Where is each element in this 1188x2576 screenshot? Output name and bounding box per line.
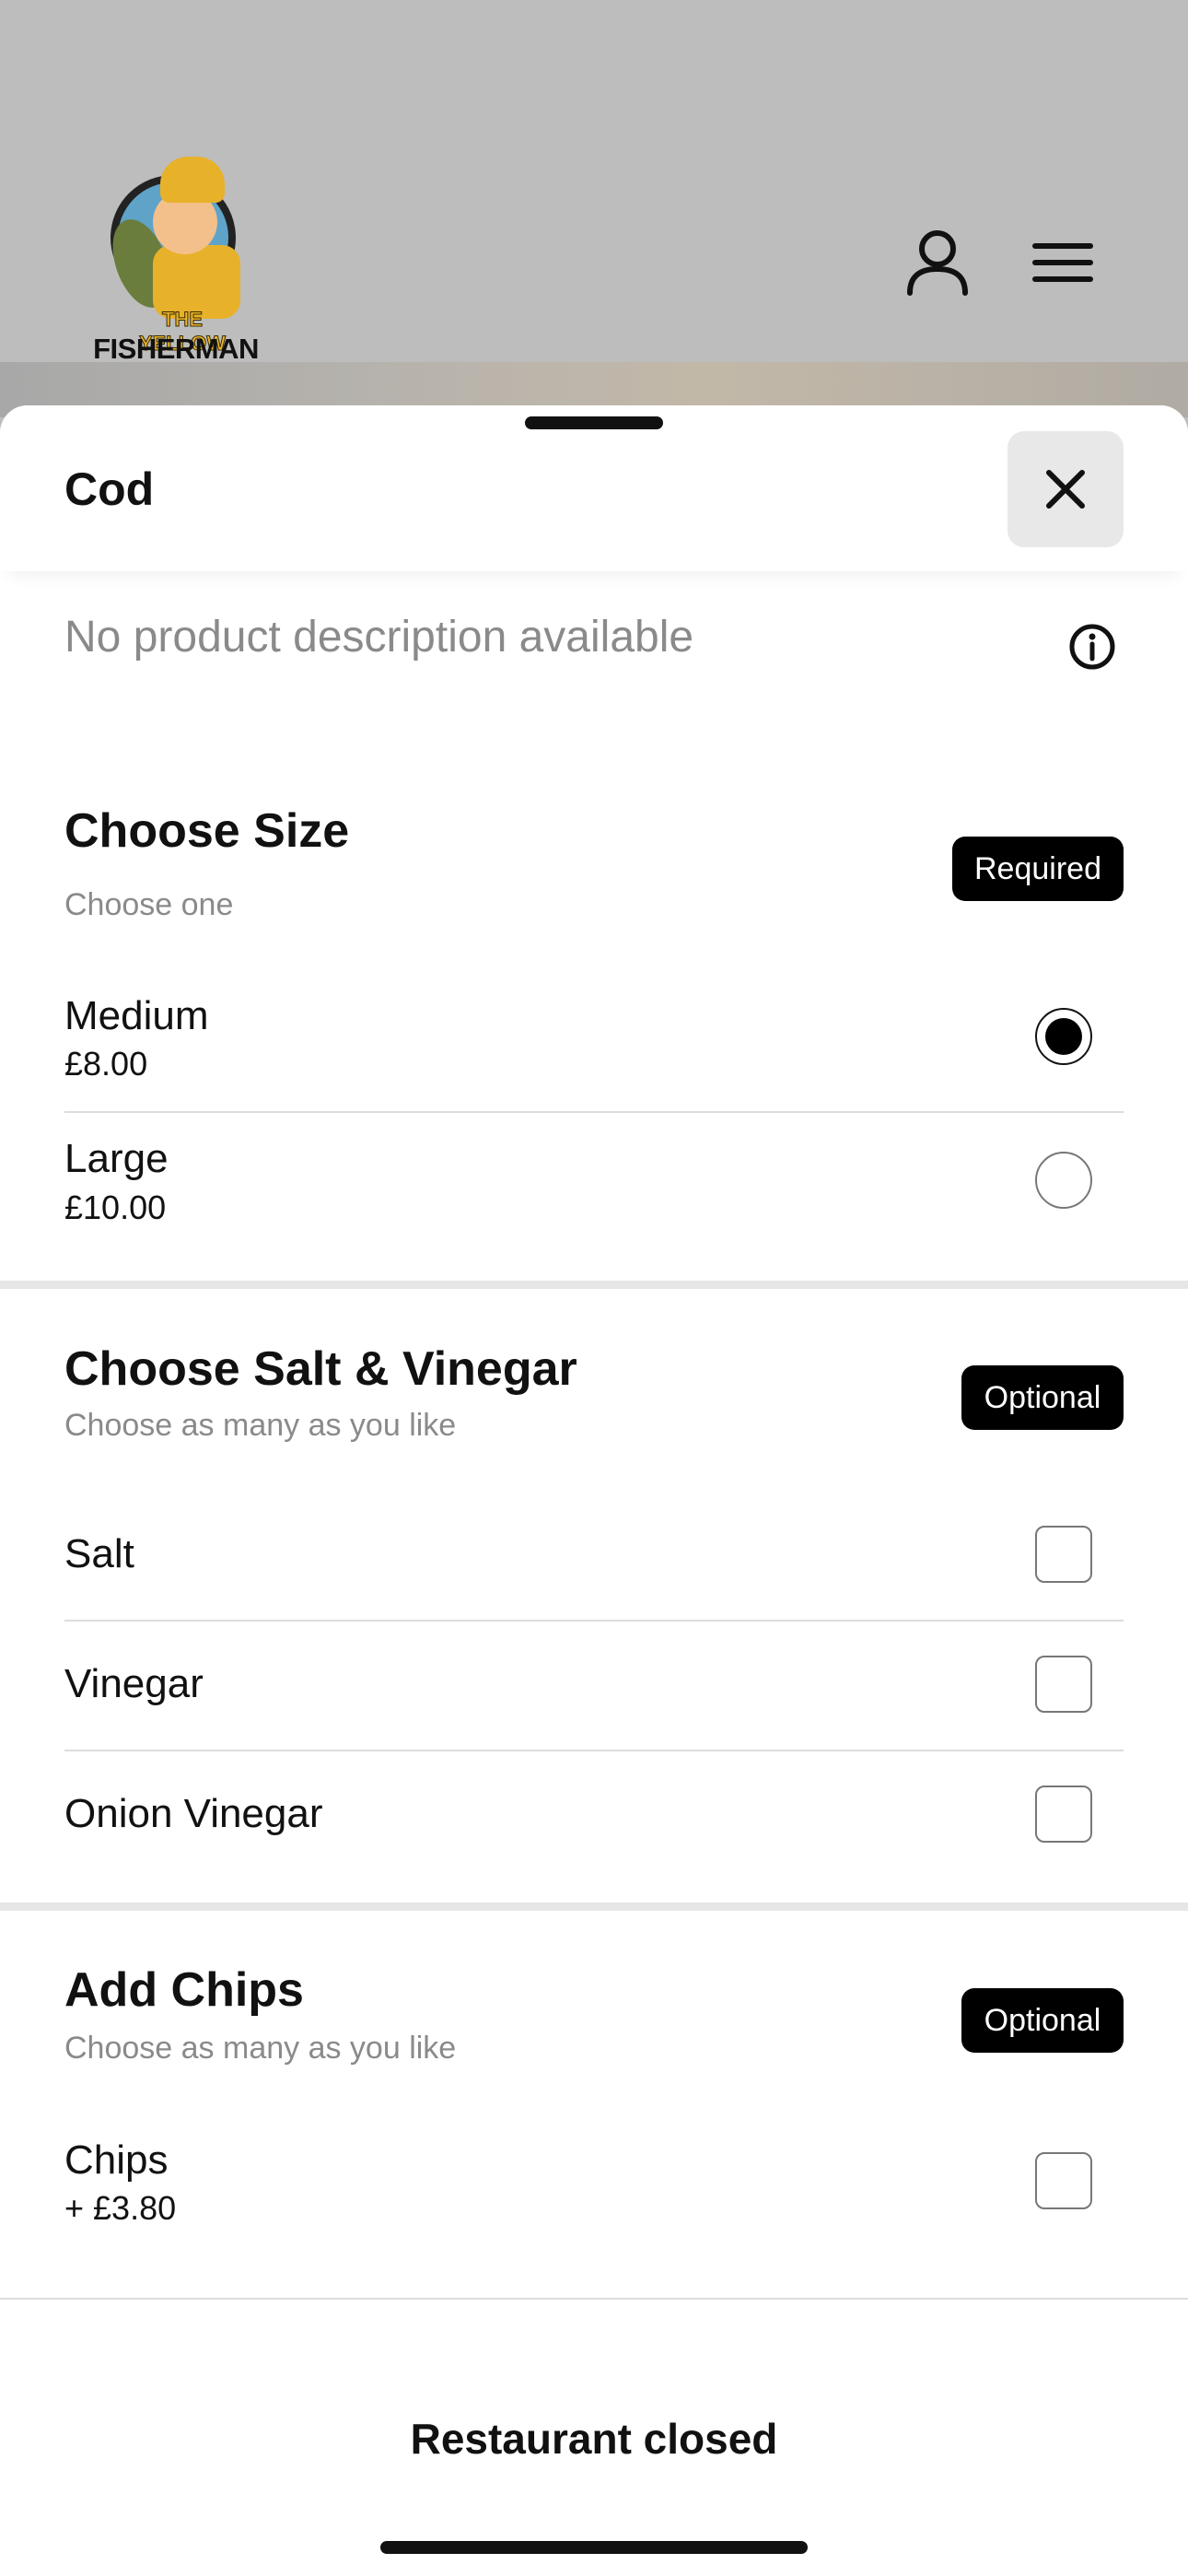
- logo-fisherman-hat: [160, 157, 225, 203]
- optional-badge: Optional: [961, 1988, 1124, 2053]
- close-button[interactable]: [1007, 431, 1124, 547]
- radio-large[interactable]: [1035, 1152, 1092, 1209]
- user-icon[interactable]: [901, 226, 974, 299]
- divider: [64, 1111, 1124, 1113]
- section-separator: [0, 1903, 1188, 1911]
- option-name: Vinegar: [64, 1661, 204, 1706]
- option-name: Large: [64, 1136, 169, 1181]
- sheet-grabber[interactable]: [525, 416, 663, 429]
- product-description: No product description available: [64, 613, 694, 662]
- section-subtitle-add-chips: Choose as many as you like: [64, 2031, 457, 2066]
- section-title-add-chips: Add Chips: [64, 1963, 304, 2017]
- info-icon[interactable]: [1068, 623, 1116, 671]
- divider: [64, 1750, 1124, 1751]
- close-icon: [1046, 470, 1085, 509]
- checkbox-onion-vinegar[interactable]: [1035, 1786, 1092, 1843]
- section-title-salt-vinegar: Choose Salt & Vinegar: [64, 1342, 577, 1396]
- checkbox-chips[interactable]: [1035, 2152, 1092, 2209]
- optional-badge: Optional: [961, 1365, 1124, 1430]
- option-price: + £3.80: [64, 2189, 177, 2227]
- hamburger-menu-icon[interactable]: [1026, 226, 1100, 299]
- footer-divider: [0, 2298, 1188, 2300]
- section-subtitle-salt-vinegar: Choose as many as you like: [64, 1408, 457, 1443]
- option-price: £8.00: [64, 1045, 148, 1083]
- restaurant-logo[interactable]: THE YELLOW FISHERMAN: [88, 153, 263, 365]
- logo-text-line2: FISHERMAN: [93, 333, 259, 365]
- product-title: Cod: [64, 463, 155, 515]
- radio-medium[interactable]: [1035, 1008, 1092, 1065]
- divider: [64, 1620, 1124, 1622]
- checkbox-vinegar[interactable]: [1035, 1656, 1092, 1713]
- option-name: Chips: [64, 2137, 169, 2183]
- section-separator: [0, 1281, 1188, 1289]
- home-indicator[interactable]: [380, 2541, 808, 2554]
- required-badge: Required: [952, 837, 1124, 901]
- section-title-size: Choose Size: [64, 804, 350, 858]
- product-sheet: Cod No product description available Cho…: [0, 405, 1188, 2576]
- option-name: Salt: [64, 1531, 134, 1576]
- option-name: Medium: [64, 993, 209, 1038]
- section-subtitle-size: Choose one: [64, 887, 234, 922]
- checkbox-salt[interactable]: [1035, 1526, 1092, 1583]
- option-price: £10.00: [64, 1188, 167, 1226]
- restaurant-status: Restaurant closed: [410, 2415, 778, 2463]
- option-name: Onion Vinegar: [64, 1791, 323, 1836]
